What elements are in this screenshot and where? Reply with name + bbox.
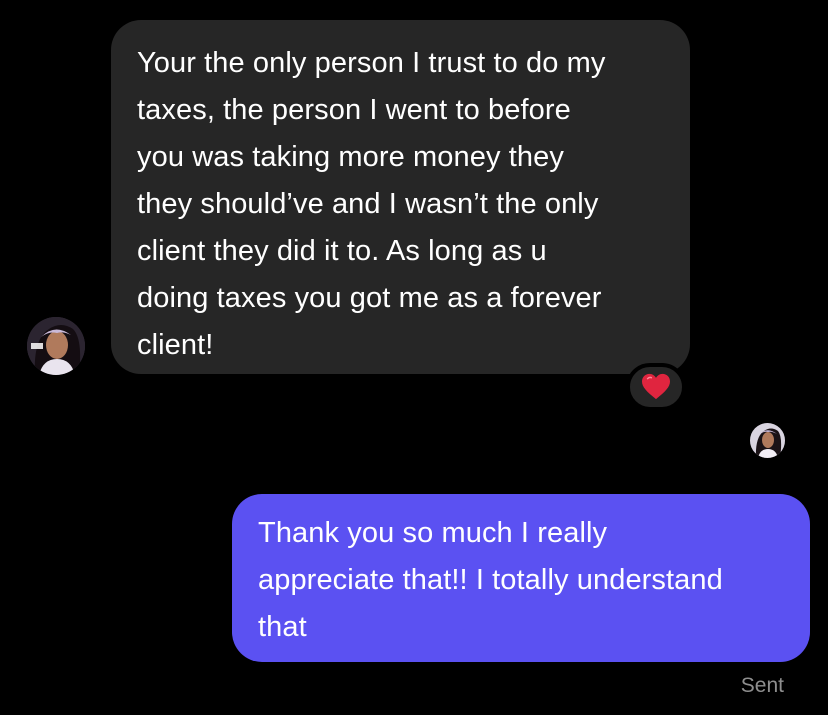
message-line: client they did it to. As long as u xyxy=(137,235,547,267)
message-reaction[interactable] xyxy=(626,363,686,411)
message-line: client! xyxy=(137,329,214,361)
message-status: Sent xyxy=(740,674,784,697)
incoming-message-bubble[interactable]: Your the only person I trust to do my ta… xyxy=(111,20,690,374)
chat-thread: Your the only person I trust to do my ta… xyxy=(0,0,828,715)
heart-icon xyxy=(642,373,670,400)
message-line: appreciate that!! I totally understand xyxy=(258,564,723,596)
seen-avatar-icon xyxy=(750,423,785,458)
outgoing-message-bubble[interactable]: Thank you so much I really appreciate th… xyxy=(232,494,810,662)
contact-avatar[interactable] xyxy=(27,317,85,375)
read-receipt-avatar xyxy=(750,423,785,458)
message-line: doing taxes you got me as a forever xyxy=(137,282,602,314)
message-line: Thank you so much I really xyxy=(258,517,608,549)
message-line: Your the only person I trust to do my xyxy=(137,47,606,79)
message-line: they should’ve and I wasn’t the only xyxy=(137,188,599,220)
message-line: you was taking more money they xyxy=(137,141,564,173)
message-line: that xyxy=(258,611,307,643)
message-line: taxes, the person I went to before xyxy=(137,94,571,126)
contact-photo-icon xyxy=(27,317,85,375)
